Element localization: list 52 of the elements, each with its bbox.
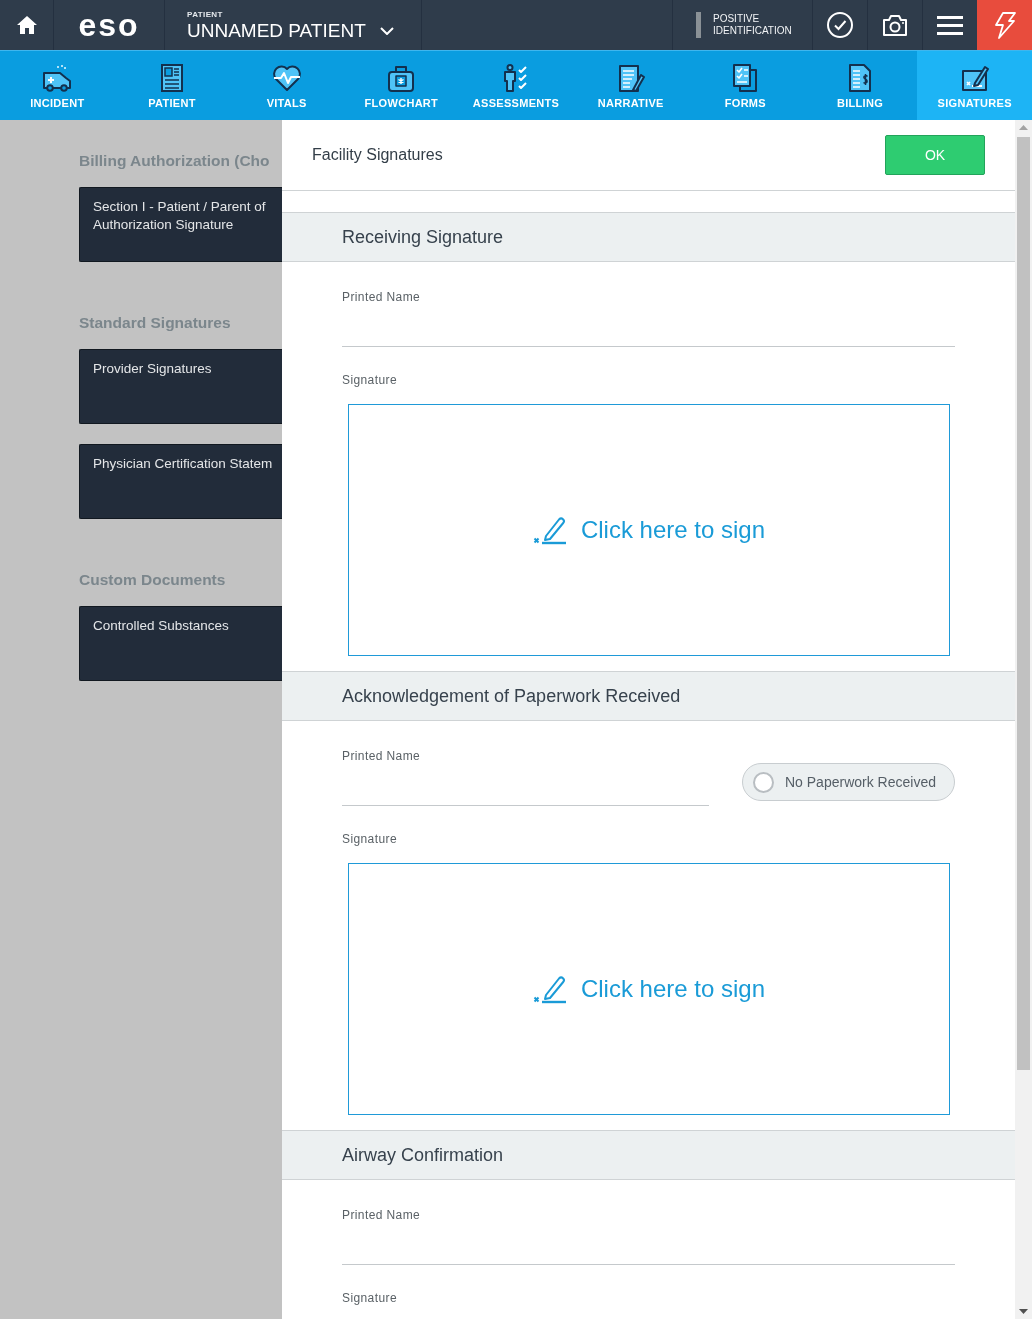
nav-tab[interactable]: FORMS (688, 51, 803, 120)
menu-icon (937, 15, 963, 35)
pen-signature-icon (532, 974, 567, 1004)
pen-signature-icon (532, 515, 567, 545)
group-heading: Custom Documents (79, 570, 227, 590)
signature-pad[interactable]: Click here to sign (348, 863, 950, 1115)
signature-icon (959, 63, 990, 93)
ambulance-icon (42, 63, 73, 93)
section-title: Acknowledgement of Paperwork Received (342, 685, 681, 707)
home-icon (16, 16, 37, 34)
logo: eso (78, 7, 140, 43)
alert-button[interactable] (977, 0, 1032, 50)
nav-tab[interactable]: BILLING (802, 51, 918, 120)
nav-tab[interactable]: NARRATIVE (573, 51, 689, 120)
camera-icon (882, 14, 908, 36)
patient-name-dropdown[interactable]: UNNAMED PATIENT (187, 20, 394, 42)
nav-tab[interactable]: ASSESSMENTS (458, 51, 574, 120)
sign-prompt: Click here to sign (580, 516, 766, 544)
section-title: Receiving Signature (342, 226, 504, 248)
group-heading: Billing Authorization (Cho (79, 151, 271, 171)
field-label: Printed Name (342, 1207, 421, 1223)
nav-tab[interactable]: INCIDENT (0, 51, 115, 120)
patient-label: PATIENT (187, 10, 223, 19)
ok-button[interactable]: OK (885, 135, 985, 175)
chevron-down-icon (379, 27, 394, 35)
signature-pad[interactable]: Click here to sign (348, 404, 950, 656)
nav-tab[interactable]: SIGNATURES (917, 51, 1032, 120)
document-card[interactable]: Physician Certification Statem (79, 444, 282, 519)
medical-bag-icon (386, 63, 417, 93)
sign-prompt: Click here to sign (580, 975, 766, 1003)
scrollbar-thumb[interactable] (1017, 137, 1030, 1070)
heart-pulse-icon (271, 63, 302, 93)
no-paperwork-toggle[interactable]: No Paperwork Received (742, 763, 955, 801)
scroll-down-icon[interactable] (1019, 1309, 1028, 1314)
document-card[interactable]: Controlled Substances (79, 606, 282, 681)
field-label: Signature (342, 372, 397, 388)
field-label: Printed Name (342, 748, 421, 764)
group-heading: Standard Signatures (79, 313, 232, 333)
check-circle-icon (827, 12, 853, 38)
nav-tab[interactable]: VITALS (229, 51, 344, 120)
section-title: Airway Confirmation (342, 1144, 504, 1166)
field-label: Printed Name (342, 289, 421, 305)
lightning-icon (993, 11, 1016, 39)
field-label: Signature (342, 831, 397, 847)
nav-tab[interactable]: FLOWCHART (344, 51, 459, 120)
document-card[interactable]: Section I - Patient / Parent of Authorization Signature (79, 187, 282, 262)
document-card[interactable]: Provider Signatures (79, 349, 282, 424)
indicator-bar-icon (696, 12, 701, 38)
field-label: Signature (342, 1290, 397, 1306)
dialog-title: Facility Signatures (312, 146, 443, 164)
scroll-up-icon[interactable] (1019, 125, 1028, 130)
nav-tab[interactable]: PATIENT (114, 51, 230, 120)
